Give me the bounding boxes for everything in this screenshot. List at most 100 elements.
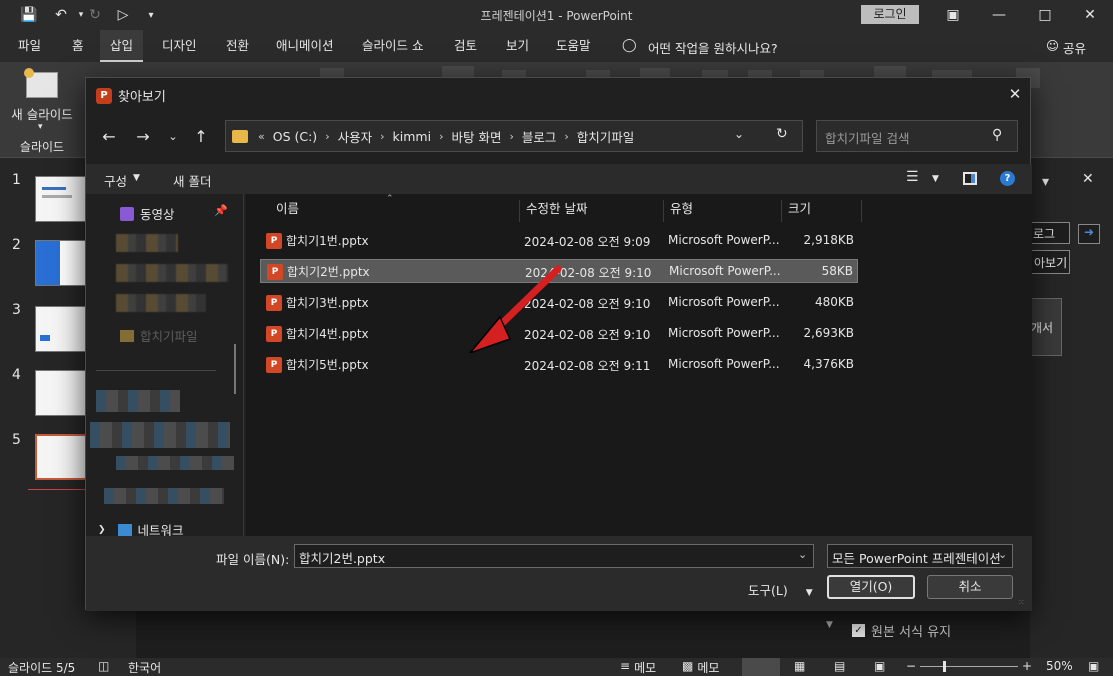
- breadcrumb-item[interactable]: 바탕 화면: [451, 127, 501, 146]
- tell-me-search[interactable]: 어떤 작업을 원하시나요?: [648, 38, 778, 57]
- new-folder-button[interactable]: 새 폴더: [173, 171, 211, 190]
- help-icon[interactable]: ?: [1000, 171, 1015, 186]
- comments-button[interactable]: ▩ 메모: [682, 659, 719, 676]
- file-row[interactable]: P 합치기5번.pptx 2024-02-08 오전 9:11 Microsof…: [260, 353, 858, 377]
- nav-item-network[interactable]: ❯ 네트워크: [98, 520, 184, 536]
- slide-thumbnail[interactable]: [35, 176, 87, 222]
- nav-item-partial[interactable]: 합치기파일: [120, 326, 198, 345]
- notes-button[interactable]: ≡ 메모: [620, 659, 656, 676]
- accessibility-icon[interactable]: ◫: [98, 659, 109, 673]
- forward-icon[interactable]: →: [130, 125, 156, 147]
- slideshow-icon[interactable]: ▣: [874, 659, 885, 673]
- view-list-icon[interactable]: ☰: [906, 169, 919, 185]
- checkbox-check-icon[interactable]: ✓: [852, 624, 865, 637]
- zoom-level[interactable]: 50%: [1046, 659, 1073, 673]
- overflow-chevron-icon[interactable]: «: [258, 130, 265, 143]
- column-header-date[interactable]: 수정한 날짜: [520, 200, 664, 222]
- tab-review[interactable]: 검토: [444, 30, 487, 62]
- source-dropdown[interactable]: 로그: [1030, 222, 1070, 244]
- back-icon[interactable]: ←: [96, 125, 122, 147]
- tab-transitions[interactable]: 전환: [216, 30, 259, 62]
- column-header-name[interactable]: 이름: [270, 200, 520, 222]
- breadcrumb-sep-icon[interactable]: ›: [325, 130, 329, 143]
- refresh-icon[interactable]: ↻: [776, 126, 788, 142]
- address-dropdown-icon[interactable]: ⌄: [734, 127, 744, 141]
- maximize-button[interactable]: □: [1022, 0, 1068, 30]
- organize-button[interactable]: 구성 ▼: [104, 171, 140, 190]
- slide-sorter-icon[interactable]: ▦: [794, 659, 805, 673]
- customize-qat-icon[interactable]: ▾: [140, 4, 162, 26]
- pane-dropdown-icon[interactable]: ▾: [1042, 174, 1049, 190]
- slide-thumbnail-selected[interactable]: [35, 434, 87, 480]
- chevron-right-icon[interactable]: ❯: [98, 525, 106, 535]
- preview-pane-icon[interactable]: [963, 172, 977, 185]
- column-header-size[interactable]: 크기: [782, 200, 862, 222]
- redacted-item[interactable]: [104, 488, 224, 504]
- recent-dropdown-icon[interactable]: ⌄: [160, 125, 186, 147]
- login-button[interactable]: 로그인: [861, 5, 919, 24]
- breadcrumb-sep-icon[interactable]: ›: [439, 130, 443, 143]
- go-arrow-icon[interactable]: ➜: [1078, 224, 1100, 244]
- redacted-folder[interactable]: [116, 294, 206, 312]
- minimize-button[interactable]: —: [976, 0, 1022, 30]
- language-label[interactable]: 한국어: [128, 659, 161, 676]
- filename-dropdown-icon[interactable]: ⌄: [798, 548, 807, 561]
- address-bar[interactable]: « OS (C:) › 사용자 › kimmi › 바탕 화면 › 블로그 › …: [225, 120, 803, 152]
- tab-home[interactable]: 홈: [62, 30, 94, 62]
- save-icon[interactable]: 💾: [18, 4, 40, 26]
- zoom-slider[interactable]: [920, 666, 1018, 667]
- file-row[interactable]: P 합치기1번.pptx 2024-02-08 오전 9:09 Microsof…: [260, 229, 858, 253]
- redacted-item[interactable]: [96, 390, 180, 412]
- redacted-item[interactable]: [90, 422, 230, 448]
- new-slide-button[interactable]: 새 슬라이드 ▾: [4, 66, 80, 146]
- up-icon[interactable]: ↑: [188, 125, 214, 147]
- open-pane-button[interactable]: 개서: [1030, 298, 1062, 356]
- breadcrumb-sep-icon[interactable]: ›: [564, 130, 568, 143]
- slide-thumbnail[interactable]: [35, 240, 87, 286]
- keep-format-checkbox[interactable]: ✓ 원본 서식 유지: [852, 621, 951, 640]
- browse-button[interactable]: 아보기: [1030, 250, 1070, 274]
- slide-thumbnail[interactable]: [35, 306, 87, 352]
- tab-file[interactable]: 파일: [8, 30, 51, 62]
- breadcrumb-item[interactable]: 블로그: [522, 127, 557, 146]
- pane-close-icon[interactable]: ✕: [1082, 171, 1094, 187]
- breadcrumb-sep-icon[interactable]: ›: [509, 130, 513, 143]
- tab-design[interactable]: 디자인: [152, 30, 207, 62]
- zoom-slider-thumb[interactable]: [943, 661, 946, 672]
- search-icon[interactable]: ⚲: [992, 127, 1002, 143]
- resize-grip-icon[interactable]: ⁙: [1018, 598, 1025, 607]
- open-button[interactable]: 열기(O): [827, 575, 915, 599]
- close-button[interactable]: ✕: [1067, 0, 1113, 30]
- tab-view[interactable]: 보기: [496, 30, 539, 62]
- breadcrumb-item[interactable]: kimmi: [393, 129, 432, 144]
- tab-slideshow[interactable]: 슬라이드 쇼: [352, 30, 433, 62]
- view-dropdown-icon[interactable]: ▼: [932, 174, 939, 184]
- column-header-type[interactable]: 유형: [664, 200, 782, 222]
- breadcrumb-item[interactable]: 사용자: [338, 127, 373, 146]
- dialog-close-icon[interactable]: ✕: [1002, 82, 1028, 106]
- redo-icon[interactable]: ↻: [84, 4, 106, 26]
- redacted-item[interactable]: [116, 456, 234, 470]
- tools-button[interactable]: 도구(L) ▼: [748, 580, 813, 599]
- tab-help[interactable]: 도움말: [546, 30, 601, 62]
- breadcrumb-item[interactable]: OS (C:): [273, 129, 317, 144]
- breadcrumb-sep-icon[interactable]: ›: [380, 130, 384, 143]
- redacted-folder[interactable]: [116, 264, 228, 282]
- present-icon[interactable]: ▷: [112, 4, 134, 26]
- cancel-button[interactable]: 취소: [927, 575, 1013, 599]
- normal-view-icon[interactable]: [742, 658, 780, 676]
- reading-view-icon[interactable]: ▤: [834, 659, 845, 673]
- tab-animations[interactable]: 애니메이션: [266, 30, 344, 62]
- share-button[interactable]: ☺ 공유: [1046, 38, 1086, 57]
- tab-insert[interactable]: 삽입: [100, 30, 144, 62]
- file-type-filter[interactable]: 모든 PowerPoint 프레젠테이션: [827, 544, 1013, 568]
- breadcrumb-item[interactable]: 합치기파일: [577, 127, 635, 146]
- zoom-in-icon[interactable]: +: [1022, 659, 1032, 673]
- slide-thumbnail[interactable]: [35, 370, 87, 416]
- ribbon-display-icon[interactable]: ▣: [930, 0, 976, 30]
- filter-dropdown-icon[interactable]: ⌄: [998, 548, 1007, 561]
- nav-item-videos[interactable]: 동영상: [120, 204, 175, 223]
- search-input[interactable]: 합치기파일 검색 ⚲: [816, 120, 1018, 152]
- redacted-folder[interactable]: [116, 234, 178, 252]
- scroll-down-icon[interactable]: ▼: [826, 620, 833, 630]
